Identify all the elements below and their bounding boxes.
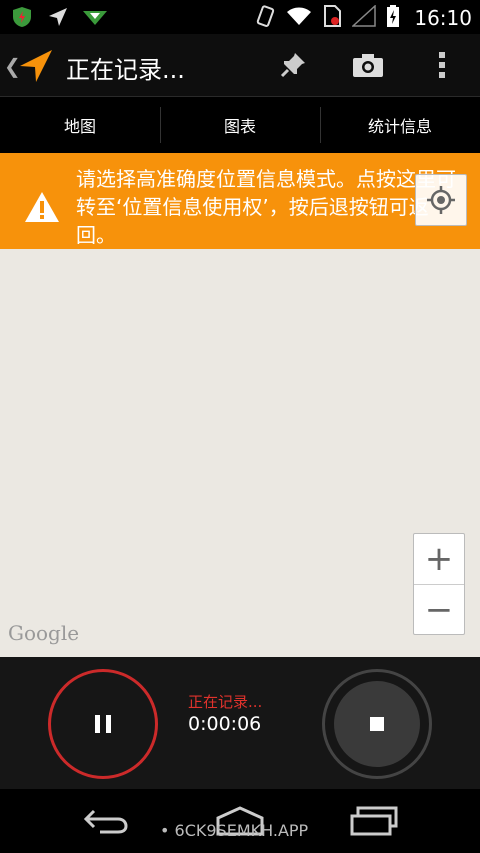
overflow-menu-icon — [439, 52, 445, 78]
stop-button[interactable] — [322, 669, 432, 779]
tab-chart[interactable]: 图表 — [160, 97, 320, 153]
warning-icon — [24, 191, 60, 227]
pause-button[interactable] — [48, 669, 158, 779]
pin-button[interactable] — [273, 48, 313, 82]
action-bar: ❮ 正在记录... — [0, 34, 480, 97]
recording-status: 正在记录... — [188, 693, 263, 711]
page-title: 正在记录... — [66, 56, 185, 84]
banner-message: 请选择高准确度位置信息模式。点按这里可转至‘位置信息使用权’，按后退按钮可返回。 — [76, 167, 456, 247]
sim-icon — [322, 4, 342, 32]
tab-statistics[interactable]: 统计信息 — [320, 97, 480, 153]
map-view[interactable]: 请选择高准确度位置信息模式。点按这里可转至‘位置信息使用权’，按后退按钮可返回。… — [0, 153, 480, 657]
pin-icon — [280, 53, 305, 78]
wifi-icon — [286, 5, 312, 31]
my-location-button[interactable] — [415, 174, 467, 226]
recent-apps-button[interactable] — [344, 803, 404, 839]
clock: 16:10 — [414, 6, 472, 30]
download-icon — [82, 7, 108, 31]
recording-controls: 正在记录... 0:00:06 — [0, 657, 480, 789]
zoom-controls: + − — [413, 533, 465, 635]
shield-app-icon — [10, 5, 34, 33]
tab-map[interactable]: 地图 — [0, 97, 160, 153]
elapsed-time: 0:00:06 — [188, 713, 262, 735]
overflow-menu-button[interactable] — [422, 48, 462, 82]
stop-icon — [370, 717, 384, 731]
signal-icon — [351, 4, 377, 31]
vibrate-icon — [254, 4, 276, 32]
back-icon — [83, 809, 128, 834]
google-logo: Google — [8, 621, 80, 645]
zoom-out-button[interactable]: − — [414, 584, 464, 635]
status-bar: 16:10 — [0, 0, 480, 34]
recent-apps-icon — [350, 806, 398, 836]
watermark-text: • 6CK9SEMKH.APP — [160, 821, 309, 840]
location-mode-banner[interactable]: 请选择高准确度位置信息模式。点按这里可转至‘位置信息使用权’，按后退按钮可返回。 — [0, 153, 480, 249]
zoom-in-button[interactable]: + — [414, 534, 464, 584]
stop-button-face — [334, 681, 420, 767]
location-arrow-icon — [46, 5, 70, 33]
tab-bar: 地图 图表 统计信息 — [0, 97, 480, 153]
battery-charging-icon — [386, 4, 400, 32]
pause-icon — [95, 715, 111, 733]
app-logo-icon[interactable] — [18, 48, 54, 88]
crosshair-icon — [427, 186, 455, 214]
camera-icon — [353, 54, 383, 77]
navigation-bar: • 6CK9SEMKH.APP — [0, 789, 480, 853]
camera-button[interactable] — [348, 48, 388, 82]
back-button[interactable] — [76, 803, 136, 839]
